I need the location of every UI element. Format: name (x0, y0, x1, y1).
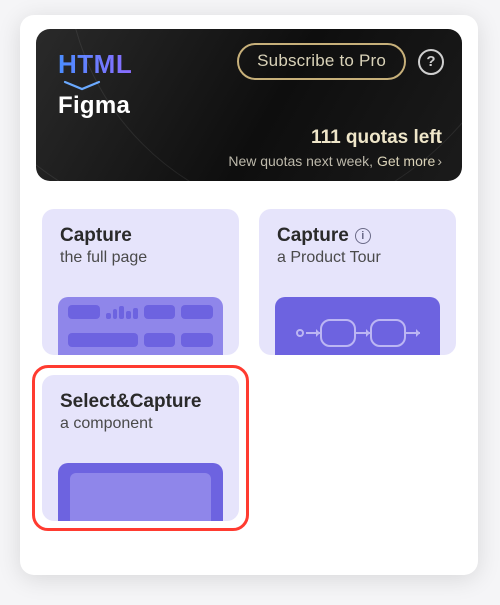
component-art-icon (58, 463, 223, 521)
card-title: Select&Capture (60, 391, 221, 413)
extension-panel: HTML Figma Subscribe to Pro ? 111 quotas… (20, 15, 478, 575)
down-arrow-icon (58, 80, 106, 92)
card-title: Capture i (277, 225, 438, 247)
chevron-right-icon: › (437, 153, 442, 169)
panel-inner: HTML Figma Subscribe to Pro ? 111 quotas… (36, 29, 462, 521)
flow-art-icon (275, 297, 440, 355)
card-subtitle: the full page (60, 249, 221, 267)
quota-block: 111 quotas left New quotas next week, Ge… (228, 127, 442, 169)
quota-prefix: New quotas next week, (228, 153, 377, 169)
capture-product-tour-card[interactable]: Capture i a Product Tour (259, 209, 456, 355)
quota-subtext: New quotas next week, Get more› (228, 153, 442, 169)
card-title: Capture (60, 225, 221, 247)
info-icon[interactable]: i (355, 228, 371, 244)
card-subtitle: a Product Tour (277, 249, 438, 267)
brand-figma-label: Figma (58, 92, 132, 120)
quota-count: 111 quotas left (228, 127, 442, 149)
hero-banner: HTML Figma Subscribe to Pro ? 111 quotas… (36, 29, 462, 181)
brand-block: HTML Figma (58, 49, 132, 120)
dashboard-art-icon (58, 297, 223, 355)
card-title-text: Capture (277, 225, 349, 247)
card-subtitle: a component (60, 415, 221, 433)
brand-html-label: HTML (58, 49, 132, 80)
capture-full-page-card[interactable]: Capture the full page (42, 209, 239, 355)
select-capture-component-card[interactable]: Select&Capture a component (42, 375, 239, 521)
help-icon[interactable]: ? (418, 49, 444, 75)
get-more-link[interactable]: Get more (377, 153, 435, 169)
card-grid: Capture the full page Capture i a Produc… (36, 209, 462, 521)
subscribe-button[interactable]: Subscribe to Pro (237, 43, 406, 80)
